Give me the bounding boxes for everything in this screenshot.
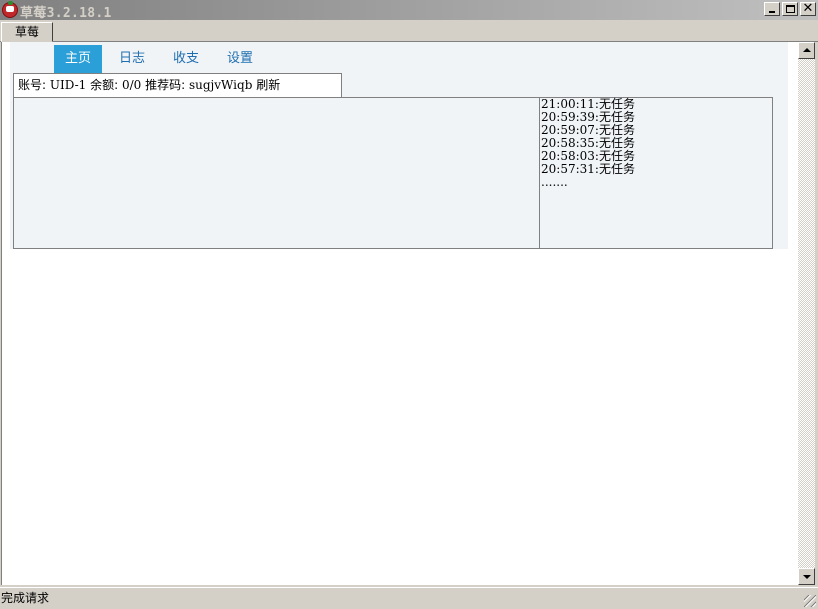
nav-item-home[interactable]: 主页 (54, 45, 103, 73)
strawberry-app-icon (2, 1, 18, 18)
task-area (14, 98, 540, 248)
vertical-scrollbar[interactable] (797, 42, 815, 585)
status-text: 完成请求 (1, 591, 50, 605)
minimize-icon (769, 11, 775, 13)
tab-strawberry[interactable]: 草莓 (1, 22, 53, 42)
main-panel: 主页 日志 收支 设置 账号: UID-1 余额: 0/0 推荐码: sugjv… (10, 42, 788, 249)
referral-label: 推荐码: (145, 78, 186, 92)
account-value: UID-1 (49, 78, 87, 92)
scroll-down-button[interactable] (798, 568, 815, 585)
minimize-button[interactable] (764, 2, 780, 16)
window-title: 草莓3.2.18.1 (20, 6, 112, 21)
maximize-button[interactable] (782, 2, 798, 16)
main-box: 21:00:11:无任务 20:59:39:无任务 20:59:07:无任务 2… (13, 97, 773, 249)
browser-content: 主页 日志 收支 设置 账号: UID-1 余额: 0/0 推荐码: sugjv… (1, 42, 798, 585)
status-bar: 完成请求 (0, 587, 818, 609)
refresh-link[interactable]: 刷新 (256, 78, 280, 92)
nav-menu: 主页 日志 收支 设置 (54, 45, 270, 73)
resize-grip-icon[interactable] (804, 595, 816, 607)
arrow-down-icon (803, 575, 811, 579)
nav-item-settings[interactable]: 设置 (216, 45, 264, 73)
nav-item-finance[interactable]: 收支 (162, 45, 210, 73)
referral-code: sugjvWiqb (188, 78, 253, 92)
maximize-icon (786, 5, 795, 13)
account-label: 账号: (18, 78, 47, 92)
close-icon: ✕ (802, 1, 814, 16)
app-window: 草莓3.2.18.1 ✕ 草莓 主页 日志 收支 设置 账号: UID-1 余额… (0, 0, 818, 609)
scroll-track[interactable] (798, 59, 815, 568)
balance-value: 0/0 (121, 78, 142, 92)
close-button[interactable]: ✕ (800, 1, 816, 16)
title-bar[interactable]: 草莓3.2.18.1 ✕ (0, 0, 818, 21)
arrow-up-icon (803, 48, 811, 52)
account-info-bar: 账号: UID-1 余额: 0/0 推荐码: sugjvWiqb 刷新 (13, 73, 342, 97)
log-panel[interactable]: 21:00:11:无任务 20:59:39:无任务 20:59:07:无任务 2… (541, 98, 773, 248)
balance-label: 余额: (90, 78, 119, 92)
outer-tab-strip: 草莓 (0, 20, 818, 42)
log-line: 20:57:31:无任务 (541, 162, 635, 176)
log-line: ....... (541, 175, 568, 189)
scroll-up-button[interactable] (798, 42, 815, 59)
nav-item-log[interactable]: 日志 (108, 45, 156, 73)
